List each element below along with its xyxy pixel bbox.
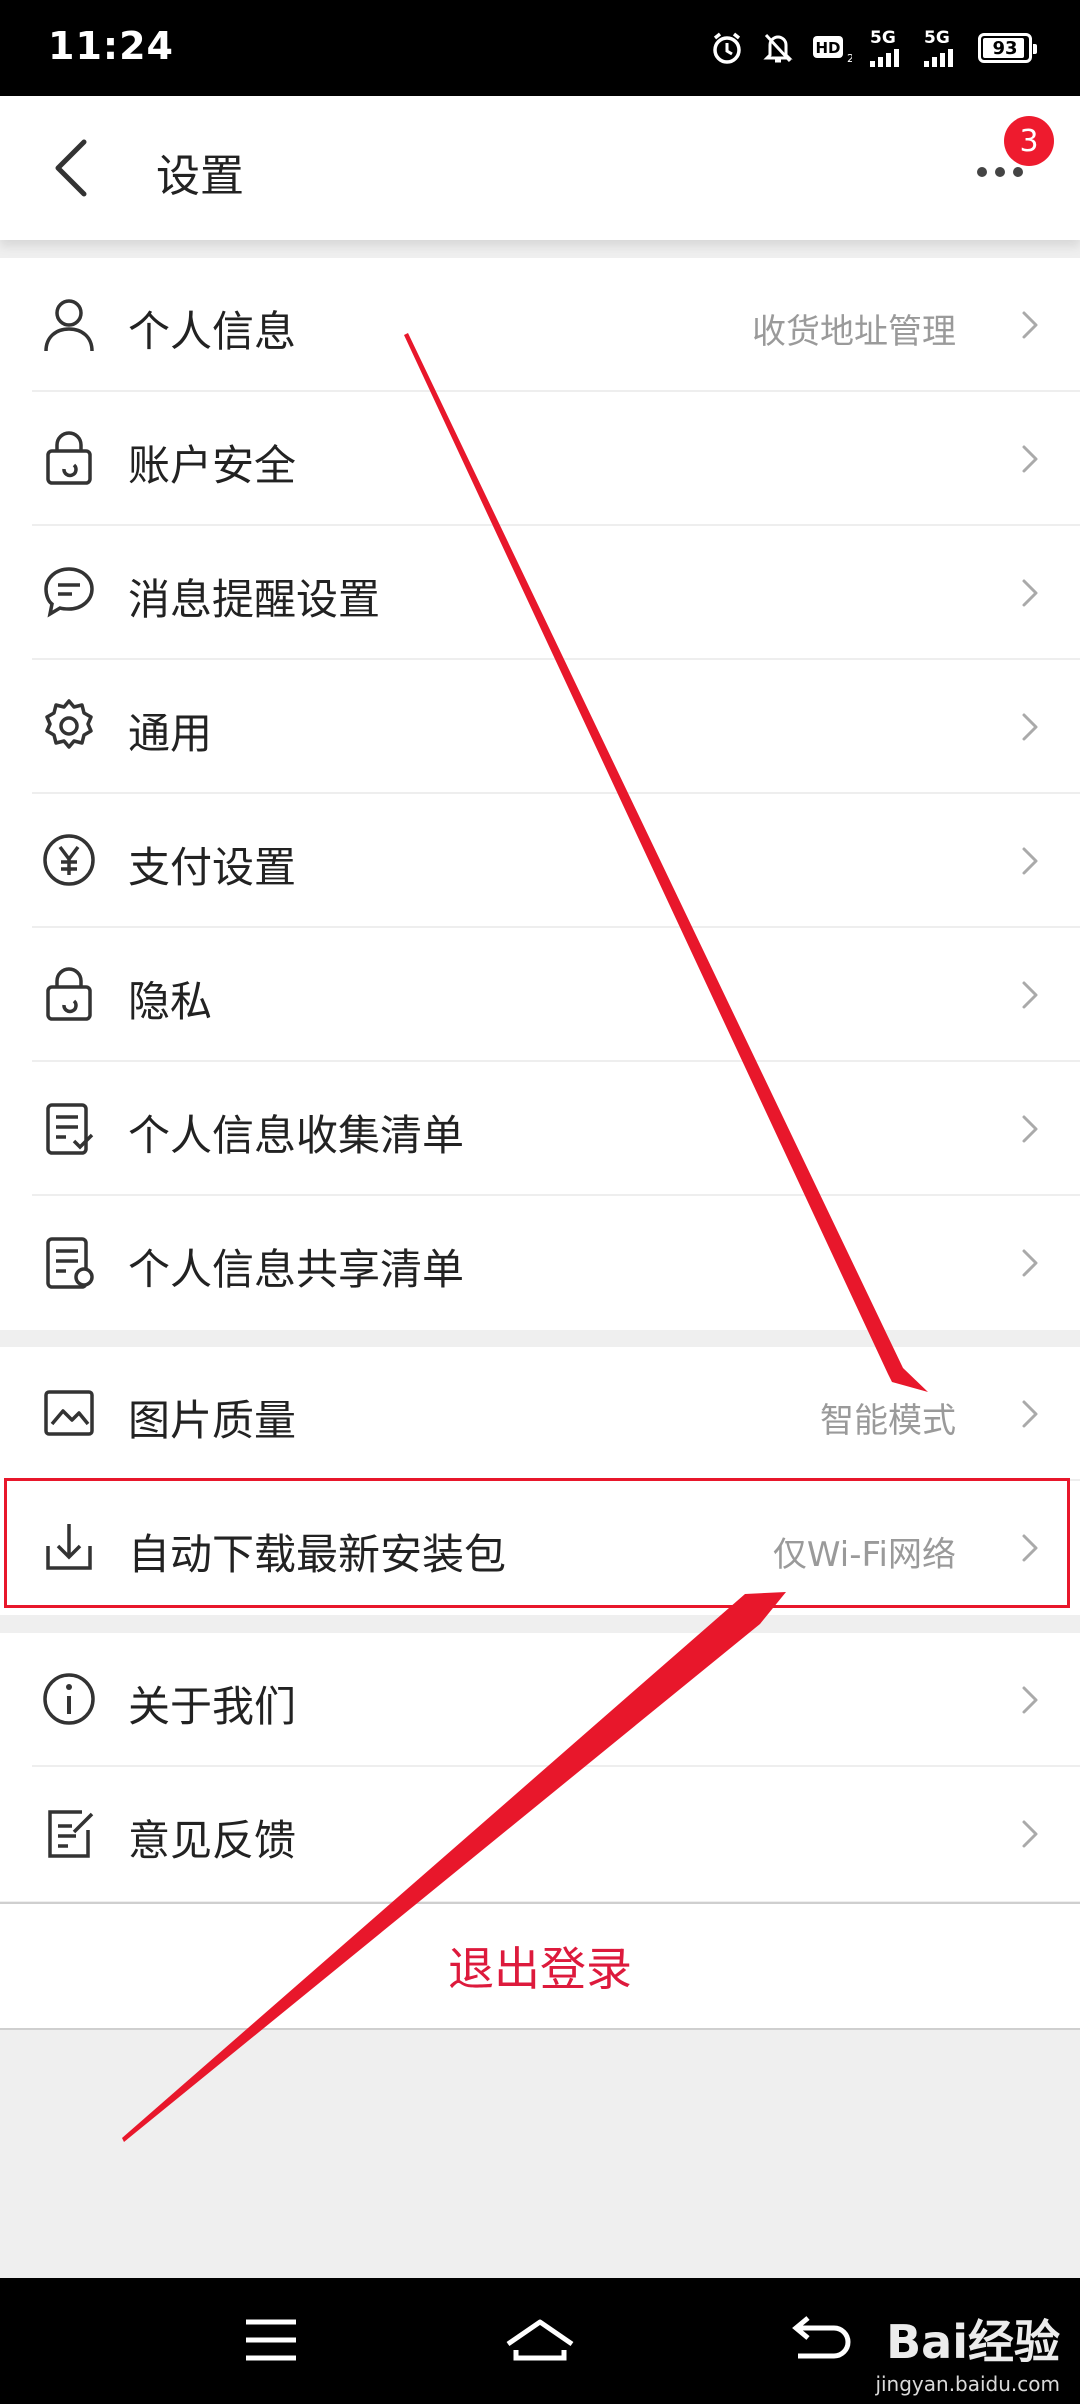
nav-home-button[interactable]: [500, 2308, 580, 2372]
chevron-right-icon: [1022, 847, 1038, 875]
settings-row-1[interactable]: 账户安全: [0, 392, 1080, 526]
home-icon: [506, 2319, 574, 2361]
status-icons: HD 2 5G 5G 93: [710, 26, 1037, 70]
settings-group-about: 关于我们 意见反馈: [0, 1633, 1080, 1901]
row-label: 个人信息共享清单: [128, 1245, 465, 1294]
chevron-right-icon: [1022, 579, 1038, 607]
download-row-1[interactable]: 自动下载最新安装包 仅Wi-Fi网络: [0, 1481, 1080, 1615]
nav-menu-button[interactable]: [232, 2308, 312, 2372]
nav-back-button[interactable]: [780, 2308, 860, 2372]
download-icon: [46, 1524, 92, 1570]
yen-icon: [43, 834, 95, 886]
settings-row-7[interactable]: 个人信息共享清单: [0, 1196, 1080, 1330]
battery-icon: 93: [978, 33, 1037, 63]
chevron-right-icon: [1022, 1686, 1038, 1714]
page-title: 设置: [156, 151, 244, 202]
about-row-0[interactable]: 关于我们: [0, 1633, 1080, 1767]
row-value: 智能模式: [820, 1401, 956, 1441]
lock-icon: [46, 967, 92, 1021]
settings-group-download: 图片质量 智能模式自动下载最新安装包 仅Wi-Fi网络: [0, 1347, 1080, 1615]
back-button[interactable]: [44, 132, 104, 204]
chevron-right-icon: [1022, 713, 1038, 741]
feedback-icon: [48, 1810, 94, 1858]
chevron-right-icon: [1022, 1249, 1038, 1277]
chevron-right-icon: [1022, 1820, 1038, 1848]
svg-text:2: 2: [847, 52, 852, 65]
row-label: 支付设置: [128, 843, 297, 892]
settings-row-0[interactable]: 个人信息 收货地址管理: [0, 258, 1080, 392]
chevron-left-icon: [55, 139, 87, 197]
lock-icon: [46, 431, 92, 485]
row-label: 通用: [128, 709, 213, 758]
row-label: 消息提醒设置: [128, 575, 381, 624]
row-label: 账户安全: [128, 441, 297, 490]
row-value: 收货地址管理: [752, 312, 956, 352]
logout-button[interactable]: 退出登录: [0, 1902, 1080, 2030]
signal-2: 5G: [924, 29, 960, 67]
chevron-right-icon: [1022, 311, 1038, 339]
settings-row-4[interactable]: 支付设置: [0, 794, 1080, 928]
row-label: 图片质量: [128, 1396, 297, 1445]
menu-icon: [246, 2319, 296, 2361]
row-label: 个人信息: [128, 307, 297, 356]
alarm-icon: [710, 31, 744, 65]
row-label: 自动下载最新安装包: [128, 1530, 507, 1579]
gear-icon: [45, 699, 93, 749]
chevron-right-icon: [1022, 445, 1038, 473]
download-row-0[interactable]: 图片质量 智能模式: [0, 1347, 1080, 1481]
chevron-right-icon: [1022, 1534, 1038, 1562]
mute-icon: [762, 31, 794, 65]
info-icon: [43, 1673, 95, 1725]
settings-group-account: 个人信息 收货地址管理 账户安全 消息提醒设置 通用 支付设置 隐私 个人信息收集清单 个人信息…: [0, 258, 1080, 1330]
notification-badge: 3: [1004, 116, 1054, 166]
share-list-icon: [46, 1237, 94, 1289]
settings-row-3[interactable]: 通用: [0, 660, 1080, 794]
checklist-icon: [46, 1103, 94, 1155]
signal-1: 5G: [870, 29, 906, 67]
baidu-watermark: Bai经验 jingyan.baidu.com: [875, 2315, 1060, 2396]
chevron-right-icon: [1022, 1400, 1038, 1428]
settings-row-5[interactable]: 隐私: [0, 928, 1080, 1062]
chevron-right-icon: [1022, 1115, 1038, 1143]
row-label: 关于我们: [128, 1682, 297, 1731]
about-row-1[interactable]: 意见反馈: [0, 1767, 1080, 1901]
settings-row-6[interactable]: 个人信息收集清单: [0, 1062, 1080, 1196]
status-time: 11:24: [48, 24, 174, 68]
system-nav-bar: Bai经验 jingyan.baidu.com: [0, 2278, 1080, 2404]
person-icon: [44, 299, 94, 352]
row-label: 意见反馈: [128, 1816, 297, 1865]
settings-row-2[interactable]: 消息提醒设置: [0, 526, 1080, 660]
svg-text:HD: HD: [815, 39, 840, 57]
header: 设置 3: [0, 96, 1080, 240]
hd-icon: HD 2: [812, 31, 852, 65]
status-bar: 11:24 HD 2 5G 5G 93: [0, 0, 1080, 96]
return-icon: [792, 2316, 851, 2359]
row-label: 隐私: [128, 977, 213, 1026]
message-icon: [44, 567, 94, 618]
row-value: 仅Wi-Fi网络: [772, 1535, 956, 1575]
chevron-right-icon: [1022, 981, 1038, 1009]
image-icon: [44, 1390, 94, 1436]
row-label: 个人信息收集清单: [128, 1111, 465, 1160]
